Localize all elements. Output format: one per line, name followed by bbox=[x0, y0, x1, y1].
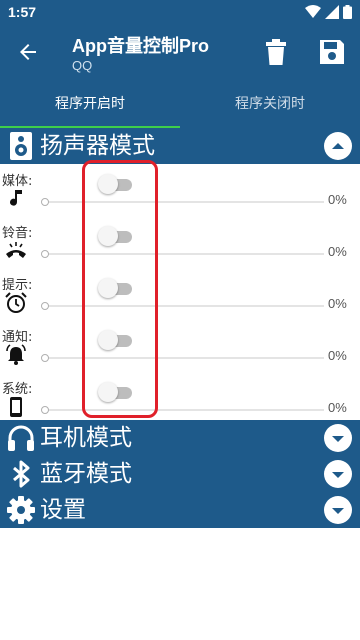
tab-bar: 程序开启时 程序关闭时 bbox=[0, 80, 360, 128]
app-title: App音量控制Pro bbox=[72, 36, 209, 56]
chevron-down-icon bbox=[332, 508, 344, 514]
status-time: 1:57 bbox=[8, 4, 37, 20]
tab-on-app-close[interactable]: 程序关闭时 bbox=[180, 80, 360, 128]
wifi-icon bbox=[305, 5, 321, 18]
section-settings-label: 设置 bbox=[40, 497, 86, 523]
delete-icon[interactable] bbox=[264, 38, 288, 66]
chevron-up-icon bbox=[332, 143, 344, 149]
volume-row-media: 媒体: 0% bbox=[0, 164, 360, 216]
volume-slider-thumb[interactable] bbox=[41, 354, 49, 362]
volume-label: 提示: bbox=[2, 278, 33, 293]
volume-percent: 0% bbox=[328, 348, 347, 363]
battery-icon bbox=[343, 5, 352, 19]
volume-row-alarm: 提示: 0% bbox=[0, 268, 360, 320]
section-bluetooth-label: 蓝牙模式 bbox=[40, 461, 132, 487]
headphones-icon bbox=[8, 425, 34, 451]
chevron-down-icon bbox=[332, 472, 344, 478]
volume-percent: 0% bbox=[328, 192, 347, 207]
section-speaker-label: 扬声器模式 bbox=[40, 133, 155, 159]
volume-slider-thumb[interactable] bbox=[41, 302, 49, 310]
volume-label: 通知: bbox=[2, 330, 33, 345]
signal-icon bbox=[325, 5, 339, 19]
highlight-box bbox=[82, 160, 158, 418]
volume-label: 铃音: bbox=[2, 226, 33, 241]
speaker-icon bbox=[10, 132, 32, 160]
notification-bell-icon bbox=[6, 344, 26, 365]
music-note-icon bbox=[10, 190, 22, 206]
ringing-phone-icon bbox=[6, 242, 26, 258]
volume-slider-thumb[interactable] bbox=[41, 406, 49, 414]
volume-percent: 0% bbox=[328, 244, 347, 259]
section-settings-header[interactable]: 设置 bbox=[0, 492, 360, 528]
save-icon[interactable] bbox=[318, 38, 346, 66]
volume-percent: 0% bbox=[328, 400, 347, 415]
volume-slider-thumb[interactable] bbox=[41, 198, 49, 206]
volume-label: 系统: bbox=[2, 382, 33, 397]
expand-settings-button[interactable] bbox=[324, 496, 352, 524]
status-bar: 1:57 bbox=[0, 0, 360, 24]
expand-headphone-button[interactable] bbox=[324, 424, 352, 452]
bluetooth-icon bbox=[13, 460, 30, 488]
volume-slider-thumb[interactable] bbox=[41, 250, 49, 258]
expand-bluetooth-button[interactable] bbox=[324, 460, 352, 488]
tab-on-app-open[interactable]: 程序开启时 bbox=[0, 80, 180, 128]
app-bar: App音量控制Pro QQ bbox=[0, 24, 360, 80]
back-arrow-icon[interactable] bbox=[16, 40, 40, 64]
volume-row-ringtone: 铃音: 0% bbox=[0, 216, 360, 268]
section-headphone-label: 耳机模式 bbox=[40, 425, 132, 451]
phone-device-icon bbox=[10, 397, 22, 417]
gear-icon bbox=[7, 496, 35, 524]
volume-label: 媒体: bbox=[2, 174, 33, 189]
app-subtitle: QQ bbox=[72, 58, 93, 73]
chevron-down-icon bbox=[332, 436, 344, 442]
volume-row-system: 系统: 0% bbox=[0, 372, 360, 424]
section-speaker-header[interactable]: 扬声器模式 bbox=[0, 128, 360, 164]
collapse-speaker-button[interactable] bbox=[324, 132, 352, 160]
section-headphone-header[interactable]: 耳机模式 bbox=[0, 420, 360, 456]
alarm-clock-icon bbox=[5, 292, 27, 313]
volume-row-notification: 通知: 0% bbox=[0, 320, 360, 372]
volume-percent: 0% bbox=[328, 296, 347, 311]
section-bluetooth-header[interactable]: 蓝牙模式 bbox=[0, 456, 360, 492]
